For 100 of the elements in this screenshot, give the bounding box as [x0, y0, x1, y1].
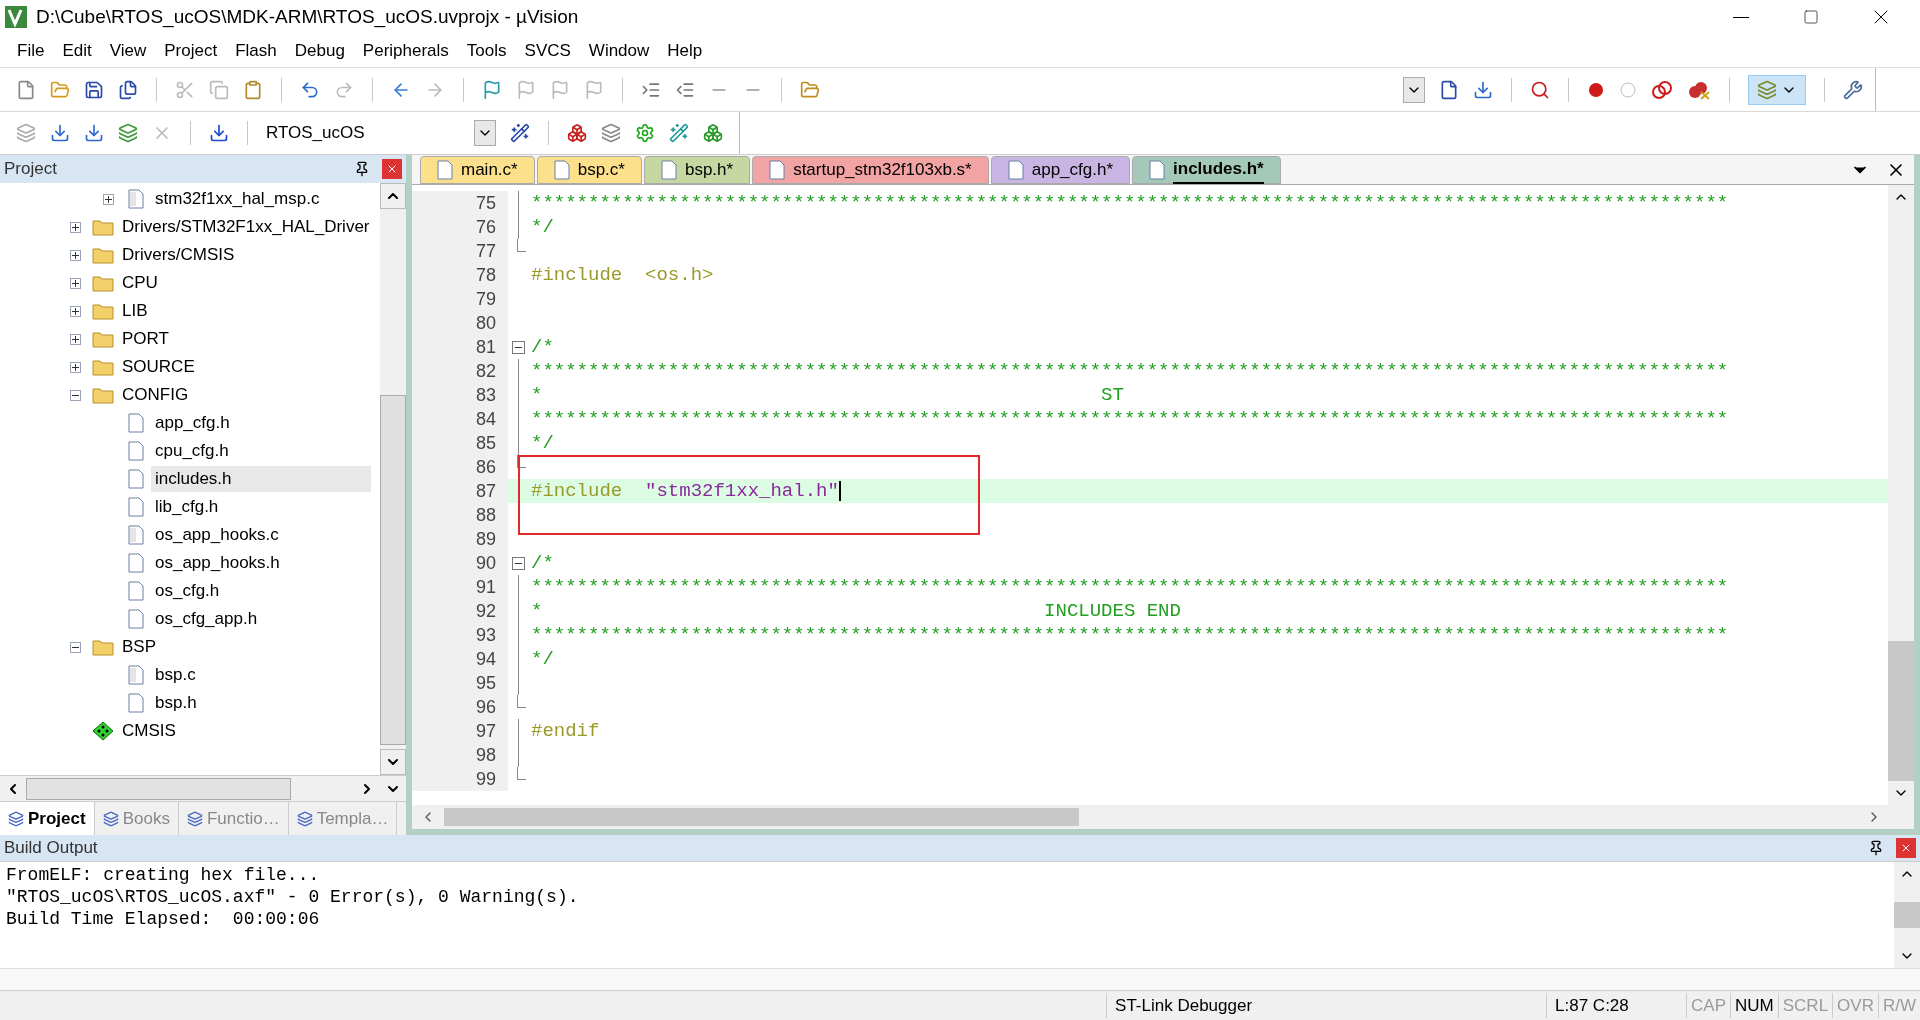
undo-icon[interactable]	[300, 79, 320, 100]
filter-icon[interactable]	[669, 123, 689, 143]
download-icon[interactable]	[1473, 79, 1493, 100]
pin-icon[interactable]	[1868, 840, 1884, 856]
tree-item[interactable]: cpu_cfg.h	[151, 438, 233, 464]
file-icon	[128, 693, 144, 713]
line-number: 97	[412, 719, 508, 743]
tree-item[interactable]: app_cfg.h	[151, 410, 234, 436]
editor-tab[interactable]: bsp.h*	[643, 156, 751, 184]
horizontal-scrollbar[interactable]	[0, 968, 1920, 990]
fold-toggle[interactable]	[511, 556, 525, 570]
file-icon	[553, 160, 570, 180]
build-icon[interactable]	[50, 123, 70, 143]
tree-item[interactable]: CONFIG	[118, 382, 193, 408]
tree-item[interactable]: lib_cfg.h	[151, 494, 223, 520]
tree-item[interactable]: stm32f1xx_hal_msp.c	[151, 186, 324, 212]
component-icon[interactable]	[635, 123, 655, 143]
expand-icon[interactable]	[70, 277, 81, 289]
window-layout-button[interactable]	[1748, 74, 1806, 105]
load-icon[interactable]	[209, 123, 229, 143]
wrench-icon[interactable]	[1843, 79, 1863, 100]
horizontal-scrollbar[interactable]	[412, 805, 1914, 829]
tree-item[interactable]: bsp.h	[151, 690, 201, 716]
tree-item[interactable]: SOURCE	[118, 354, 199, 380]
scroll-thumb[interactable]	[380, 395, 406, 745]
target-select[interactable]: RTOS_ucOS	[266, 119, 496, 147]
source-file-icon	[128, 525, 144, 545]
editor-tab[interactable]: startup_stm32f103xb.s*	[752, 156, 989, 184]
editor-tab[interactable]: main.c*	[420, 156, 535, 184]
tree-item[interactable]: includes.h	[151, 466, 371, 492]
close-panel-button[interactable]	[382, 159, 402, 179]
collapse-icon[interactable]	[70, 641, 81, 653]
wand-icon[interactable]	[510, 123, 530, 143]
find-in-files-icon[interactable]	[800, 79, 820, 100]
tree-item[interactable]: os_app_hooks.h	[151, 550, 284, 576]
open-folder-icon[interactable]	[50, 79, 70, 100]
save-all-icon[interactable]	[118, 79, 138, 100]
save-icon[interactable]	[84, 79, 104, 100]
expand-icon[interactable]	[70, 333, 81, 345]
scroll-thumb[interactable]	[444, 808, 1079, 826]
expand-icon[interactable]	[70, 221, 81, 233]
menu-item[interactable]: Help	[658, 37, 712, 64]
pin-icon[interactable]	[354, 161, 370, 177]
pack-installer-icon[interactable]	[703, 123, 723, 143]
menu-item[interactable]: Peripherals	[353, 37, 458, 64]
tree-item[interactable]: os_cfg.h	[151, 578, 224, 604]
menu-item[interactable]: Project	[155, 37, 227, 64]
tree-item[interactable]: Drivers/CMSIS	[118, 242, 239, 268]
tree-item[interactable]: CMSIS	[118, 718, 180, 744]
folder-icon	[92, 274, 114, 292]
panel-tab[interactable]: Project	[0, 802, 95, 835]
tree-item[interactable]: CPU	[118, 270, 162, 296]
document-search-icon[interactable]	[1439, 79, 1459, 100]
menu-item[interactable]: Window	[579, 37, 659, 64]
flag-icon[interactable]	[482, 79, 502, 100]
batch-build-icon[interactable]	[118, 123, 138, 143]
breakpoint-icon[interactable]	[1587, 80, 1605, 99]
menu-item[interactable]: View	[100, 37, 156, 64]
collapse-icon[interactable]	[70, 389, 81, 401]
new-file-icon[interactable]	[16, 79, 36, 100]
menu-item[interactable]: Flash	[226, 37, 286, 64]
horizontal-scrollbar[interactable]	[0, 775, 406, 801]
tree-item[interactable]: os_cfg_app.h	[151, 606, 262, 632]
tree-item[interactable]: LIB	[118, 298, 152, 324]
editor-tab[interactable]: bsp.c*	[536, 156, 642, 184]
expand-icon[interactable]	[70, 361, 81, 373]
close-panel-button[interactable]	[1896, 838, 1916, 858]
vertical-scrollbar[interactable]	[380, 183, 406, 775]
translate-icon[interactable]	[16, 123, 36, 143]
tree-item[interactable]: BSP	[118, 634, 161, 660]
tree-item[interactable]: os_app_hooks.c	[151, 522, 283, 548]
expand-icon[interactable]	[70, 249, 81, 261]
expand-icon[interactable]	[103, 193, 114, 205]
menu-item[interactable]: SVCS	[515, 37, 580, 64]
menu-item[interactable]: Edit	[53, 37, 101, 64]
menu-item[interactable]: Tools	[457, 37, 516, 64]
tree-item[interactable]: bsp.c	[151, 662, 200, 688]
breakpoints-clear-icon[interactable]	[1687, 79, 1711, 100]
fold-toggle[interactable]	[511, 340, 525, 354]
rebuild-icon[interactable]	[84, 123, 104, 143]
scroll-thumb[interactable]	[1894, 902, 1920, 928]
editor-tab[interactable]: app_cfg.h*	[990, 156, 1131, 184]
editor-tab[interactable]: includes.h*	[1132, 156, 1281, 184]
search-icon[interactable]	[1530, 79, 1550, 100]
rings-icon[interactable]	[1651, 79, 1673, 100]
tree-item[interactable]: PORT	[118, 326, 173, 352]
menu-item[interactable]: File	[8, 37, 54, 64]
line-number: 95	[412, 671, 508, 695]
scroll-thumb[interactable]	[1888, 641, 1914, 781]
paste-icon[interactable]	[243, 79, 263, 100]
scroll-thumb[interactable]	[26, 777, 291, 800]
vertical-scrollbar[interactable]	[1888, 185, 1914, 805]
dropdown-button[interactable]	[1403, 76, 1425, 103]
code-line: */	[530, 214, 554, 240]
packages-icon[interactable]	[567, 123, 587, 143]
expand-icon[interactable]	[70, 305, 81, 317]
stack-icon[interactable]	[601, 123, 621, 143]
menu-item[interactable]: Debug	[285, 37, 354, 64]
vertical-scrollbar[interactable]	[1894, 862, 1920, 968]
tree-item[interactable]: Drivers/STM32F1xx_HAL_Driver	[118, 214, 374, 240]
